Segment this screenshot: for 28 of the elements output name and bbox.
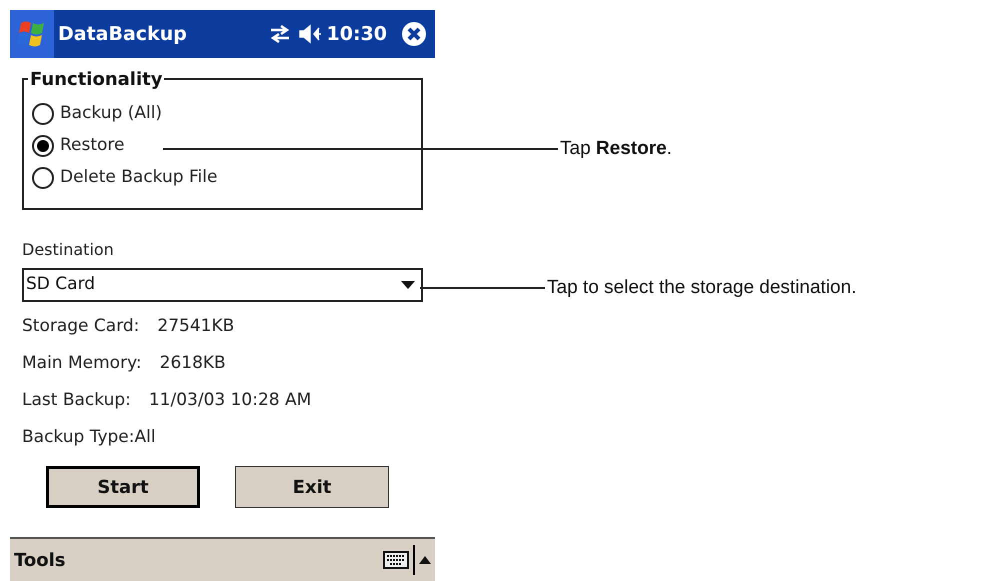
radio-button[interactable]: [32, 103, 54, 125]
radio-button[interactable]: [32, 135, 54, 157]
destination-label: Destination: [22, 239, 115, 261]
radio-label[interactable]: Restore: [60, 133, 125, 159]
info-label: Storage Card:: [22, 314, 140, 338]
menu-item[interactable]: Tools: [14, 546, 66, 574]
action-button[interactable]: Start: [46, 466, 200, 508]
callout-text: Tap to select the storage destination.: [547, 276, 856, 300]
info-value: 27541KB: [157, 314, 234, 338]
info-label: Last Backup:: [22, 388, 131, 412]
clock-time[interactable]: 10:30: [326, 20, 387, 48]
speaker-icon[interactable]: [298, 24, 323, 44]
action-button[interactable]: Exit: [235, 466, 389, 508]
dropdown-arrow-icon: [401, 281, 415, 289]
keyboard-icon[interactable]: [383, 551, 409, 569]
window-title: DataBackup: [58, 22, 187, 47]
connectivity-icon[interactable]: [268, 25, 291, 43]
info-value: 11/03/03 10:28 AM: [148, 388, 312, 412]
info-label: Main Memory:: [22, 352, 142, 375]
destination-dropdown[interactable]: SD Card: [22, 268, 423, 302]
radio-label[interactable]: Delete Backup File: [60, 165, 218, 191]
up-arrow-icon[interactable]: [419, 556, 431, 564]
info-value: 2618KB: [160, 352, 226, 375]
radio-button[interactable]: [32, 167, 54, 189]
close-icon[interactable]: [401, 21, 427, 47]
radio-label[interactable]: Backup (All): [60, 101, 162, 127]
callout-text: Tap Restore.: [560, 137, 672, 161]
info-label: Backup Type:All: [22, 426, 156, 449]
